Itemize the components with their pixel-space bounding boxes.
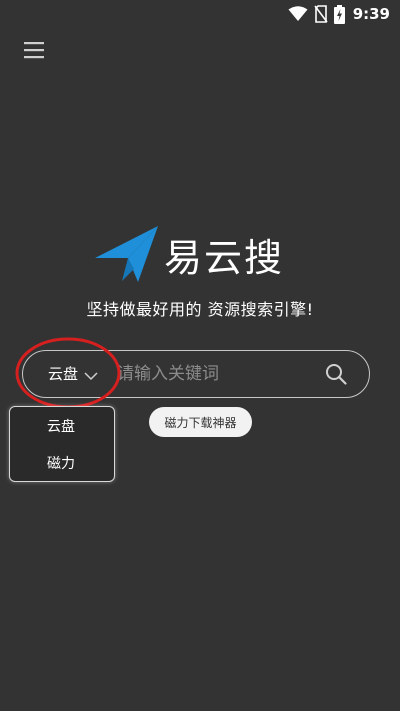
search-input[interactable] <box>117 358 307 390</box>
dropdown-option-magnet[interactable]: 磁力 <box>47 453 75 473</box>
search-type-dropdown: 云盘 磁力 <box>9 406 115 482</box>
screen: 9:39 易云搜 坚持做最好用的 资源搜索引擎! 云盘 请输入关键词 云盘 磁力… <box>0 0 400 711</box>
search-icon[interactable] <box>325 363 347 385</box>
search-bar: 云盘 <box>22 350 370 398</box>
no-sim-icon <box>314 5 328 23</box>
magnet-downloader-button[interactable]: 磁力下载神器 <box>149 407 252 437</box>
paper-plane-icon <box>95 226 158 282</box>
status-icons: 9:39 <box>288 4 390 24</box>
search-type-label: 云盘 <box>48 365 79 383</box>
logo-text: 易云搜 <box>164 235 285 280</box>
app-logo: 易云搜 <box>94 224 284 284</box>
search-type-selector[interactable]: 云盘 <box>48 351 98 396</box>
status-bar: 9:39 <box>0 0 400 28</box>
dropdown-option-cloud[interactable]: 云盘 <box>47 416 75 436</box>
slogan: 坚持做最好用的 资源搜索引擎! <box>86 300 314 319</box>
hamburger-menu-icon <box>24 42 44 59</box>
status-time: 9:39 <box>352 5 390 23</box>
battery-charging-icon <box>333 4 345 24</box>
chevron-down-icon <box>84 371 98 380</box>
menu-button[interactable] <box>23 40 45 60</box>
wifi-icon <box>288 6 308 21</box>
